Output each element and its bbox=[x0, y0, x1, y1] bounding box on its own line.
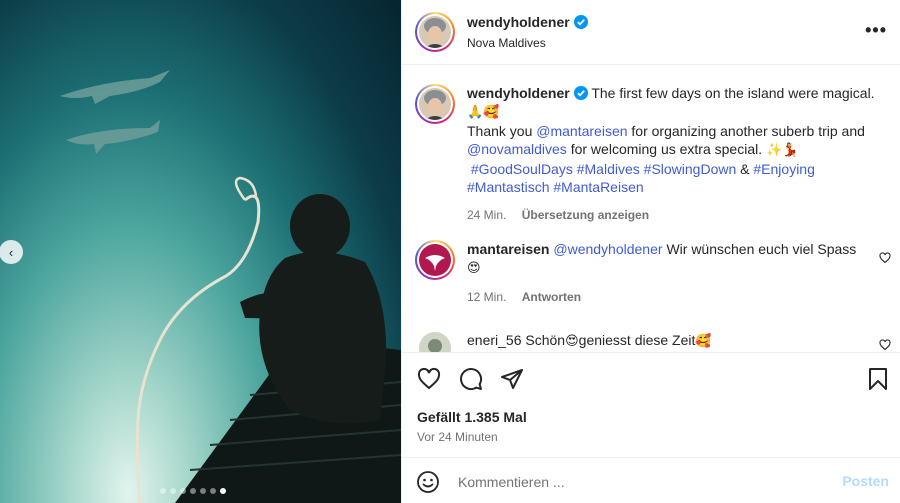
comment-row: eneri_56 Schön😍geniesst diese Zeit🥰 bbox=[415, 328, 867, 352]
hashtag-link[interactable]: #Maldives bbox=[577, 161, 640, 177]
caption-row: wendyholdener The first few days on the … bbox=[415, 84, 877, 224]
carousel-dot bbox=[170, 488, 176, 494]
photo-scene bbox=[60, 70, 401, 503]
carousel-dot bbox=[210, 488, 216, 494]
carousel-dot bbox=[180, 488, 186, 494]
comment-text: eneri_56 Schön😍geniesst diese Zeit🥰 bbox=[467, 328, 867, 352]
hashtag-link[interactable]: #GoodSoulDays bbox=[471, 161, 573, 177]
like-heart-icon[interactable] bbox=[417, 367, 441, 391]
shark-shape bbox=[60, 70, 170, 154]
comment-composer: Posten bbox=[402, 457, 900, 503]
comment-input[interactable] bbox=[458, 471, 818, 493]
comments-list[interactable]: wendyholdener The first few days on the … bbox=[402, 66, 900, 352]
hashtag-link[interactable]: #SlowingDown bbox=[644, 161, 737, 177]
comment-body-text: Wir wünschen euch viel Spass bbox=[666, 241, 857, 257]
mention-link[interactable]: @novamaldives bbox=[467, 141, 567, 157]
carousel-dot bbox=[160, 488, 166, 494]
carousel-prev-button[interactable]: ‹ bbox=[0, 240, 23, 264]
post-sidebar: wendyholdener Nova Maldives ••• wendyhol bbox=[401, 0, 900, 503]
verified-badge-icon bbox=[573, 15, 588, 29]
likes-count[interactable]: Gefällt 1.385 Mal bbox=[417, 409, 527, 425]
caption-text-1: The first few days on the island were ma… bbox=[591, 85, 875, 101]
manta-logo-icon bbox=[419, 244, 451, 276]
caption-emoji-2: ✨💃 bbox=[766, 143, 799, 158]
like-comment-heart-icon[interactable] bbox=[879, 252, 891, 264]
hashtag-link[interactable]: #MantaReisen bbox=[553, 179, 643, 195]
translate-button[interactable]: Übersetzung anzeigen bbox=[522, 208, 649, 222]
post-comment-button[interactable]: Posten bbox=[842, 473, 889, 489]
save-bookmark-icon[interactable] bbox=[867, 367, 889, 391]
caption-meta: 24 Min. Übersetzung anzeigen bbox=[467, 206, 877, 224]
comment-body-text: geniesst diese Zeit bbox=[578, 332, 696, 348]
commenter-username[interactable]: mantareisen bbox=[467, 241, 549, 257]
share-paper-plane-icon[interactable] bbox=[500, 367, 524, 391]
comment-body-text: Schön bbox=[525, 332, 566, 348]
reply-button[interactable]: Antworten bbox=[522, 290, 581, 304]
author-username[interactable]: wendyholdener bbox=[467, 14, 570, 30]
caption-username[interactable]: wendyholdener bbox=[467, 85, 570, 101]
comment-row: mantareisen @wendyholdener Wir wünschen … bbox=[415, 240, 867, 306]
comment-emoji: 😍 bbox=[467, 261, 481, 276]
more-options-button[interactable]: ••• bbox=[865, 20, 887, 41]
comment-text: mantareisen @wendyholdener Wir wünschen … bbox=[467, 240, 867, 306]
comment-time: 12 Min. bbox=[467, 290, 507, 304]
author-avatar[interactable] bbox=[415, 12, 455, 52]
commenter-avatar[interactable] bbox=[415, 328, 455, 352]
caption-text-3: for welcoming us extra special. bbox=[570, 141, 763, 157]
commenter-avatar[interactable] bbox=[415, 240, 455, 280]
caption-emoji-1: 🙏🥰 bbox=[467, 105, 500, 120]
hashtag-link[interactable]: #Enjoying bbox=[753, 161, 815, 177]
verified-badge-icon bbox=[573, 86, 588, 100]
post-timestamp: Vor 24 Minuten bbox=[417, 430, 498, 444]
mention-link[interactable]: @mantareisen bbox=[536, 123, 627, 139]
post-header: wendyholdener Nova Maldives ••• bbox=[402, 0, 900, 65]
post-actions: Gefällt 1.385 Mal Vor 24 Minuten bbox=[402, 352, 900, 457]
caption-text-2: for organizing another suberb trip and bbox=[631, 123, 865, 139]
caption-amp: & bbox=[740, 161, 750, 177]
caption-time: 24 Min. bbox=[467, 208, 507, 222]
author-avatar[interactable] bbox=[415, 84, 455, 124]
hashtag-link[interactable]: #Mantastisch bbox=[467, 179, 549, 195]
caption-thank-you: Thank you bbox=[467, 123, 533, 139]
caption-text: wendyholdener The first few days on the … bbox=[467, 84, 877, 224]
carousel-dot bbox=[200, 488, 206, 494]
carousel-dots bbox=[160, 488, 226, 494]
carousel-dot bbox=[190, 488, 196, 494]
comment-meta: 12 Min. Antworten bbox=[467, 288, 867, 306]
comment-bubble-icon[interactable] bbox=[459, 367, 483, 391]
mention-link[interactable]: @wendyholdener bbox=[553, 241, 662, 257]
comment-emoji: 🥰 bbox=[695, 334, 712, 349]
post-photo[interactable]: ‹ bbox=[0, 0, 401, 503]
carousel-dot bbox=[220, 488, 226, 494]
comment-emoji: 😍 bbox=[565, 334, 579, 349]
like-comment-heart-icon[interactable] bbox=[879, 339, 891, 351]
post-location[interactable]: Nova Maldives bbox=[467, 36, 588, 50]
commenter-username[interactable]: eneri_56 bbox=[467, 332, 522, 348]
emoji-picker-icon[interactable] bbox=[416, 470, 440, 494]
